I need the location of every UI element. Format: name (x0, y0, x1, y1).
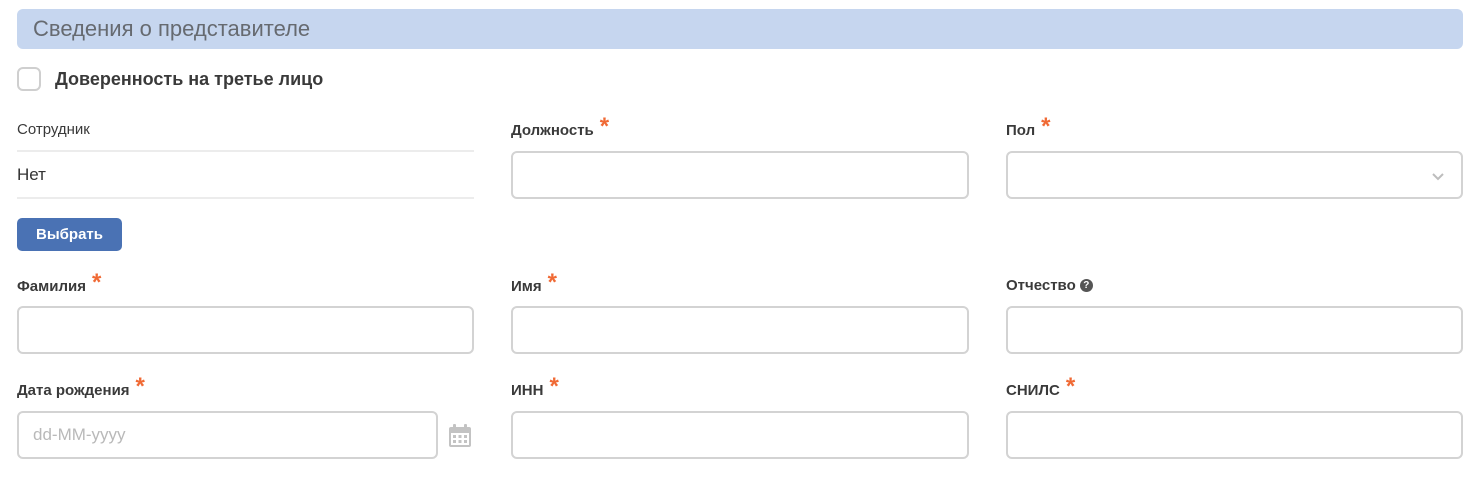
last-name-label: Фамилия * (17, 269, 102, 298)
last-name-label-text: Фамилия (17, 277, 86, 295)
first-name-label: Имя * (511, 269, 557, 298)
position-input[interactable] (511, 151, 969, 199)
required-mark: * (1065, 373, 1076, 400)
employee-label-text: Сотрудник (17, 121, 90, 138)
employee-divider-top (17, 150, 474, 152)
snils-input[interactable] (1006, 411, 1463, 459)
last-name-input[interactable] (17, 306, 474, 354)
section-title: Сведения о представителе (33, 16, 311, 41)
proxy-checkbox-row[interactable]: Доверенность на третье лицо (17, 65, 323, 93)
gender-label: Пол * (1006, 113, 1051, 142)
birth-date-input[interactable] (17, 411, 438, 459)
required-mark: * (135, 373, 145, 400)
first-name-label-text: Имя (511, 277, 542, 295)
required-mark: * (599, 113, 610, 140)
calendar-icon[interactable] (447, 423, 473, 449)
employee-label: Сотрудник (17, 121, 90, 138)
chevron-down-icon[interactable] (1431, 170, 1445, 184)
birth-date-label: Дата рождения * (17, 373, 145, 402)
snils-label: СНИЛС * (1006, 373, 1076, 402)
proxy-checkbox-label[interactable]: Доверенность на третье лицо (55, 69, 323, 90)
required-mark: * (91, 269, 102, 296)
inn-label: ИНН * (511, 373, 559, 402)
help-icon[interactable]: ? (1079, 279, 1093, 292)
employee-divider-bottom (17, 197, 474, 199)
required-mark: * (547, 269, 557, 296)
position-label: Должность * (511, 113, 610, 142)
middle-name-label-text: Отчество (1006, 277, 1076, 294)
inn-label-text: ИНН (511, 381, 544, 399)
employee-value: Нет (17, 165, 46, 184)
gender-label-text: Пол (1006, 121, 1036, 139)
position-label-text: Должность (511, 121, 594, 139)
first-name-input[interactable] (511, 306, 969, 354)
middle-name-label: Отчество ? (1006, 277, 1093, 294)
required-mark: * (549, 373, 559, 400)
birth-date-label-text: Дата рождения (17, 381, 130, 399)
snils-label-text: СНИЛС (1006, 381, 1060, 399)
select-employee-button[interactable]: Выбрать (17, 218, 122, 251)
representative-form: Сведения о представителе Доверенность на… (0, 0, 1481, 478)
inn-input[interactable] (511, 411, 969, 459)
proxy-checkbox[interactable] (17, 67, 41, 91)
section-header: Сведения о представителе (17, 9, 1463, 49)
required-mark: * (1041, 113, 1051, 140)
gender-select[interactable] (1006, 151, 1463, 199)
middle-name-input[interactable] (1006, 306, 1463, 354)
